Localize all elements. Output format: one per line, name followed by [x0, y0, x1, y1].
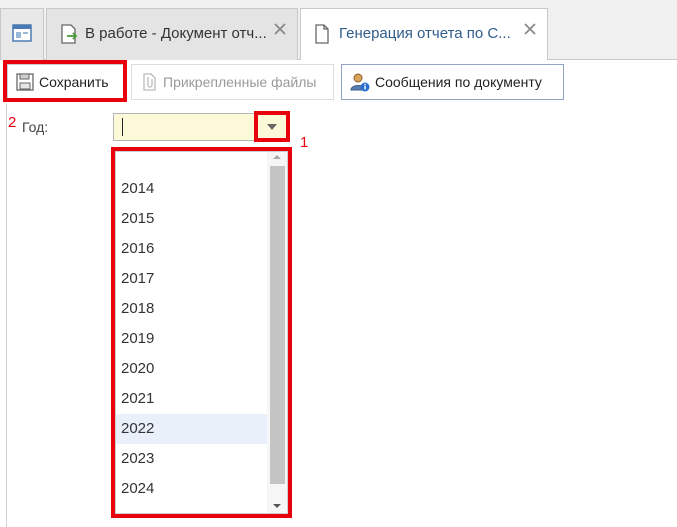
dropdown-scrollbar[interactable] [267, 152, 287, 513]
list-item[interactable]: 2018 [116, 294, 268, 324]
document-messages-button[interactable]: Сообщения по документу [341, 64, 564, 100]
list-item[interactable]: 2020 [116, 354, 268, 384]
tab-bar: В работе - Документ отч... Генерация отч… [0, 0, 677, 61]
panel-divider [6, 104, 7, 527]
document-icon [315, 24, 329, 44]
tab-report-generation[interactable]: Генерация отчета по С... [300, 8, 548, 61]
scroll-up-icon[interactable] [272, 154, 282, 160]
tab-in-progress[interactable]: В работе - Документ отч... [46, 8, 298, 60]
document-arrow-icon [61, 24, 78, 44]
window-icon [12, 24, 32, 42]
attached-files-button[interactable]: Прикрепленные файлы [131, 64, 334, 100]
floppy-disk-icon [16, 73, 34, 91]
toolbar: Сохранить Прикрепленные файлы Сообщения … [0, 60, 677, 104]
save-button[interactable]: Сохранить [7, 64, 124, 100]
year-dropdown-list: 2014 2015 2016 2017 2018 2019 2020 2021 … [115, 151, 288, 514]
year-label: Год: [22, 119, 49, 135]
tab-label: В работе - Документ отч... [85, 25, 267, 42]
list-item[interactable]: 2021 [116, 384, 268, 414]
close-icon[interactable] [273, 22, 287, 36]
callout-number-2: 2 [8, 114, 17, 131]
user-info-icon [350, 73, 370, 92]
attached-files-label: Прикрепленные файлы [163, 74, 317, 90]
tab-label: Генерация отчета по С... [339, 25, 511, 42]
list-item[interactable]: 2016 [116, 234, 268, 264]
list-item-hovered[interactable]: 2022 [116, 414, 268, 444]
list-item[interactable]: 2015 [116, 204, 268, 234]
text-caret [122, 118, 123, 136]
list-item[interactable]: 2017 [116, 264, 268, 294]
close-icon[interactable] [523, 22, 537, 36]
triangle-down-icon [267, 124, 277, 130]
document-messages-label: Сообщения по документу [375, 74, 542, 90]
list-item[interactable]: 2024 [116, 474, 268, 504]
scrollbar-thumb[interactable] [270, 166, 285, 484]
list-item[interactable]: 2023 [116, 444, 268, 474]
paperclip-document-icon [143, 73, 156, 91]
home-tab[interactable] [0, 8, 44, 60]
list-item[interactable]: 2019 [116, 324, 268, 354]
save-button-label: Сохранить [39, 74, 109, 90]
scroll-down-icon[interactable] [272, 503, 282, 509]
year-dropdown-button[interactable] [258, 115, 286, 139]
callout-number-1: 1 [300, 134, 309, 151]
list-item[interactable]: 2014 [116, 174, 268, 204]
